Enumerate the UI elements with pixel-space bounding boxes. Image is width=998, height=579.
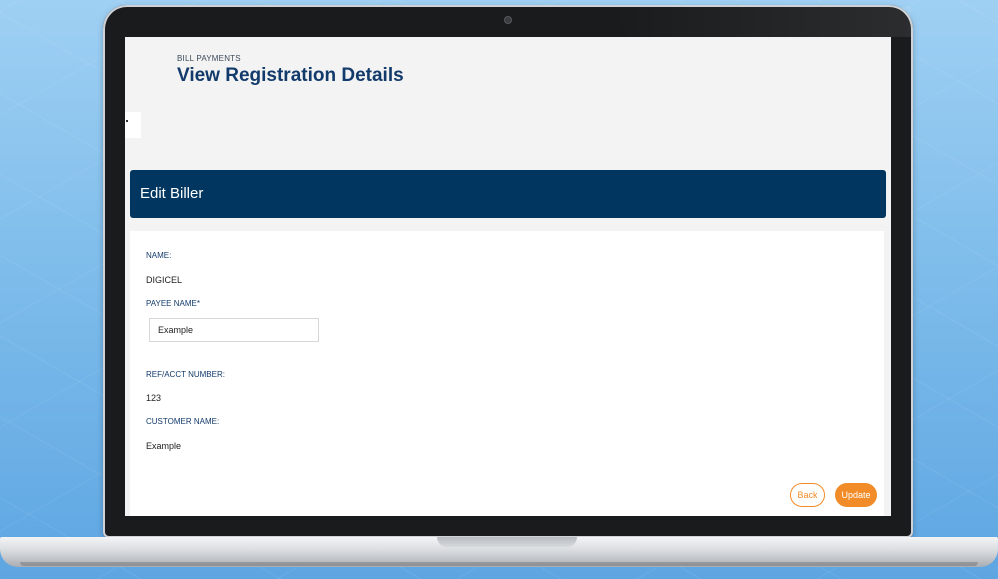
card-header: Edit Biller — [130, 170, 886, 218]
payee-name-input[interactable] — [149, 318, 319, 342]
update-button[interactable]: Update — [835, 483, 877, 507]
customer-name-value: Example — [146, 441, 182, 451]
laptop-base-rim — [20, 562, 978, 566]
lid-glare — [611, 7, 911, 37]
sidebar-toggle[interactable] — [125, 112, 141, 138]
customer-name-label: CUSTOMER NAME: — [146, 417, 220, 426]
ref-acct-number-label: REF/ACCT NUMBER: — [146, 370, 225, 379]
page-title: View Registration Details — [177, 65, 404, 86]
edit-biller-form: NAME: DIGICEL PAYEE NAME* REF/ACCT NUMBE… — [130, 231, 884, 516]
payee-name-label: PAYEE NAME* — [146, 299, 200, 308]
app-screen: BILL PAYMENTS View Registration Details … — [125, 37, 891, 516]
name-value: DIGICEL — [146, 275, 183, 285]
section-label: BILL PAYMENTS — [177, 54, 241, 63]
camera-icon — [505, 17, 511, 23]
ref-acct-number-value: 123 — [146, 393, 162, 403]
laptop-base-notch — [437, 537, 577, 547]
sidebar-toggle-icon — [126, 120, 128, 122]
name-label: NAME: — [146, 251, 172, 260]
back-button[interactable]: Back — [790, 483, 825, 507]
card-title: Edit Biller — [140, 185, 204, 202]
